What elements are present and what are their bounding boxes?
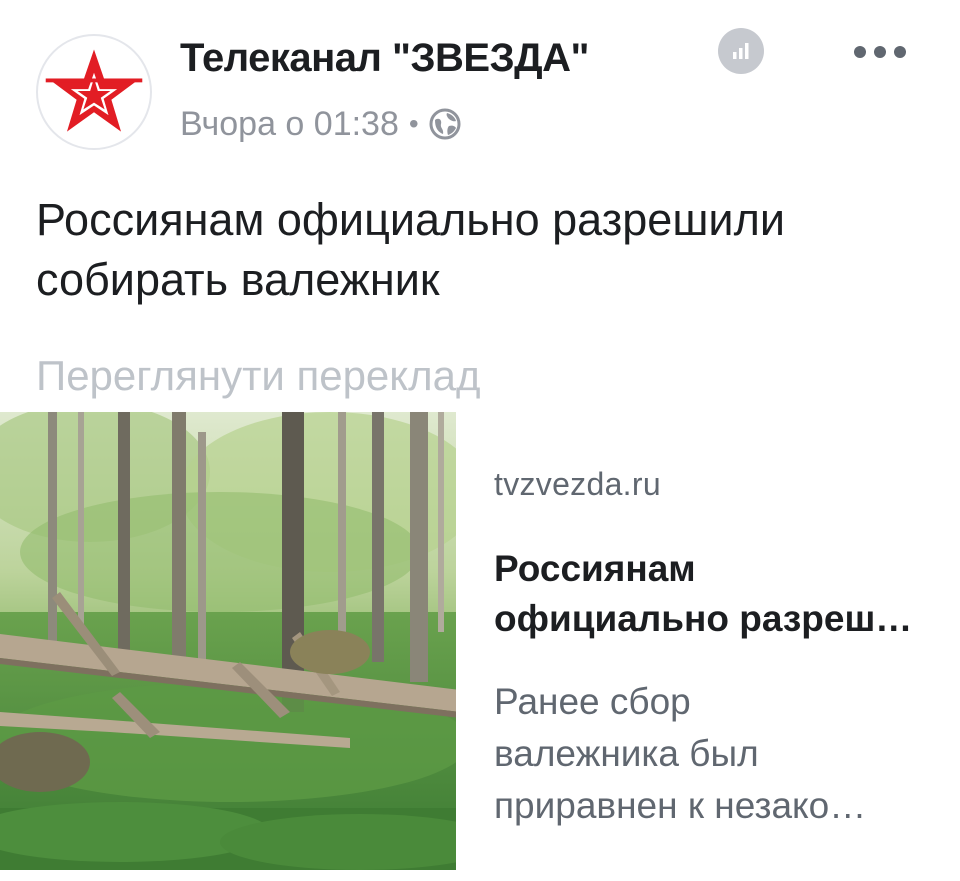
forest-deadwood-photo (0, 412, 456, 870)
see-translation-link[interactable]: Переглянути переклад (36, 352, 481, 400)
post-text: Россиянам официально разрешили собирать … (36, 194, 785, 305)
link-preview-card[interactable]: tvzvezda.ru Россиянам официально разреш…… (0, 412, 960, 881)
more-options-button[interactable] (848, 30, 912, 74)
post-timestamp[interactable]: Вчора о 01:38 (180, 105, 399, 144)
meta-separator: • (408, 108, 419, 139)
bar-chart-icon[interactable] (718, 28, 764, 74)
link-description: Ранее сбор валежника был приравнен к нез… (494, 681, 867, 826)
link-title[interactable]: Россиянам официально разреш… (494, 544, 934, 644)
more-options-icon (854, 46, 906, 58)
post-meta: Вчора о 01:38 • (180, 102, 461, 146)
red-star-logo (39, 37, 149, 147)
post-header: Телеканал "ЗВЕЗДА" Вчора о 01:38 • (0, 0, 960, 170)
globe-icon[interactable] (429, 108, 461, 140)
link-domain: tvzvezda.ru (494, 466, 661, 502)
page-avatar[interactable] (36, 34, 152, 150)
page-name-link[interactable]: Телеканал "ЗВЕЗДА" (180, 36, 590, 81)
link-preview-image[interactable] (0, 412, 456, 870)
